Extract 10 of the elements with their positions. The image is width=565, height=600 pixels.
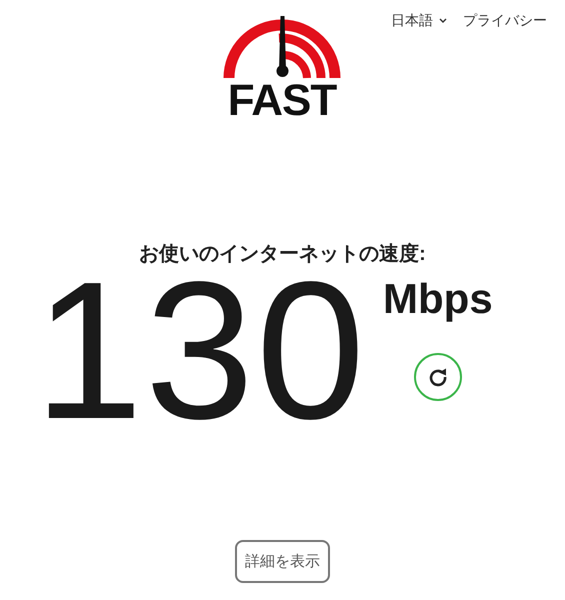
- language-selector[interactable]: 日本語: [391, 12, 447, 30]
- speed-unit: Mbps: [383, 277, 493, 321]
- speed-heading: お使いのインターネットの速度:: [139, 242, 426, 267]
- privacy-link[interactable]: プライバシー: [463, 12, 547, 30]
- refresh-icon: [426, 366, 449, 388]
- refresh-button[interactable]: [414, 353, 462, 401]
- logo-text: FAST: [228, 82, 336, 120]
- speed-value: 130: [34, 271, 368, 431]
- show-details-button[interactable]: 詳細を表示: [235, 540, 330, 583]
- chevron-down-icon: [439, 18, 447, 24]
